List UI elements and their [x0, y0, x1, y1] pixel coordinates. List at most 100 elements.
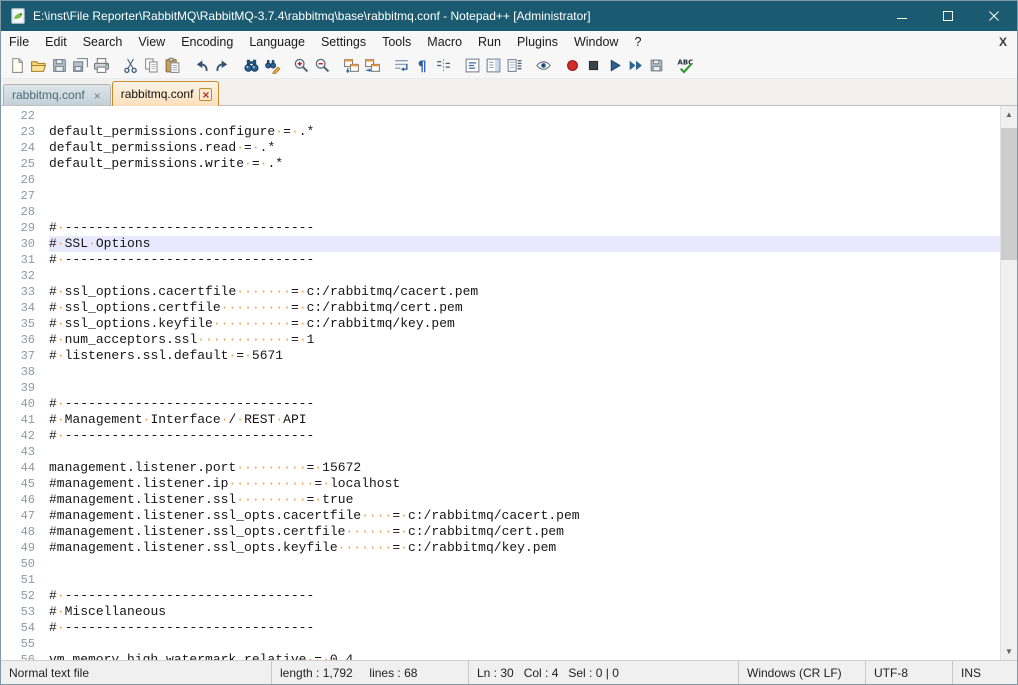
undo-icon[interactable] — [191, 55, 212, 76]
zoom-out-icon[interactable] — [312, 55, 333, 76]
line-text[interactable]: management.listener.port·········=·15672 — [49, 460, 1000, 476]
menu-run[interactable]: Run — [470, 31, 509, 53]
maximize-button[interactable] — [925, 1, 971, 31]
line-text[interactable] — [49, 268, 1000, 284]
line-text[interactable]: #·SSL·Options — [49, 236, 1000, 252]
menu-help[interactable]: ? — [626, 31, 649, 53]
zoom-in-icon[interactable] — [291, 55, 312, 76]
line-text[interactable]: default_permissions.read·=·.* — [49, 140, 1000, 156]
replace-icon[interactable] — [262, 55, 283, 76]
line-text[interactable]: default_permissions.write·=·.* — [49, 156, 1000, 172]
line-text[interactable]: #·ssl_options.cacertfile·······=·c:/rabb… — [49, 284, 1000, 300]
status-insert-mode: INS — [952, 661, 1017, 684]
line-text[interactable]: #·-------------------------------- — [49, 620, 1000, 636]
line-text[interactable]: #·-------------------------------- — [49, 220, 1000, 236]
scrollbar-track[interactable] — [1001, 123, 1017, 643]
line-text[interactable]: #management.listener.ip···········=·loca… — [49, 476, 1000, 492]
copy-icon[interactable] — [141, 55, 162, 76]
line-text[interactable] — [49, 556, 1000, 572]
spell-check-icon[interactable]: ABC — [675, 55, 696, 76]
text-editor-area[interactable]: 2223default_permissions.configure·=·.*24… — [1, 106, 1000, 660]
line-text[interactable]: default_permissions.configure·=·.* — [49, 124, 1000, 140]
line-text[interactable] — [49, 204, 1000, 220]
line-text[interactable]: #·-------------------------------- — [49, 396, 1000, 412]
scroll-down-arrow[interactable]: ▼ — [1001, 643, 1017, 660]
macro-play-icon[interactable] — [604, 55, 625, 76]
document-close-x-button[interactable]: X — [989, 31, 1017, 53]
macro-save-icon[interactable] — [646, 55, 667, 76]
menu-window[interactable]: Window — [566, 31, 626, 53]
line-number: 24 — [1, 140, 41, 156]
monitoring-eye-icon[interactable] — [533, 55, 554, 76]
function-list-icon[interactable] — [462, 55, 483, 76]
menu-encoding[interactable]: Encoding — [173, 31, 241, 53]
save-all-icon[interactable] — [70, 55, 91, 76]
document-list-icon[interactable] — [504, 55, 525, 76]
line-text[interactable]: #·listeners.ssl.default·=·5671 — [49, 348, 1000, 364]
line-text[interactable] — [49, 444, 1000, 460]
line-text[interactable] — [49, 108, 1000, 124]
menu-macro[interactable]: Macro — [419, 31, 470, 53]
menu-language[interactable]: Language — [241, 31, 313, 53]
menu-file[interactable]: File — [1, 31, 37, 53]
line-text[interactable]: #·Management·Interface·/·REST·API — [49, 412, 1000, 428]
toolbar-group — [341, 55, 383, 76]
line-text[interactable]: #management.listener.ssl_opts.keyfile···… — [49, 540, 1000, 556]
line-text[interactable] — [49, 636, 1000, 652]
line-text[interactable]: #·-------------------------------- — [49, 252, 1000, 268]
line-text[interactable]: #·ssl_options.certfile·········=·c:/rabb… — [49, 300, 1000, 316]
line-number: 47 — [1, 508, 41, 524]
line-text[interactable]: #·-------------------------------- — [49, 428, 1000, 444]
redo-icon[interactable] — [212, 55, 233, 76]
macro-run-multiple-icon[interactable] — [625, 55, 646, 76]
tab-1-rabbitmq-conf[interactable]: rabbitmq.conf× — [3, 84, 111, 105]
line-text[interactable]: #·num_acceptors.ssl············=·1 — [49, 332, 1000, 348]
new-file-icon[interactable] — [7, 55, 28, 76]
editor-line-32: 32 — [1, 268, 1000, 284]
line-text[interactable] — [49, 364, 1000, 380]
status-bar: Normal text file length : 1,792 lines : … — [1, 660, 1017, 684]
tab-close-icon[interactable]: × — [91, 89, 104, 102]
menu-settings[interactable]: Settings — [313, 31, 374, 53]
line-text[interactable]: #management.listener.ssl_opts.cacertfile… — [49, 508, 1000, 524]
close-button[interactable] — [971, 1, 1017, 31]
menu-search[interactable]: Search — [75, 31, 131, 53]
cut-icon[interactable] — [120, 55, 141, 76]
scrollbar-thumb[interactable] — [1001, 128, 1018, 260]
find-icon[interactable] — [241, 55, 262, 76]
show-all-characters-icon[interactable]: ¶ — [412, 55, 433, 76]
open-file-icon[interactable] — [28, 55, 49, 76]
tab-close-icon[interactable]: × — [199, 88, 212, 101]
paste-icon[interactable] — [162, 55, 183, 76]
line-text[interactable]: vm_memory_high_watermark.relative·=·0.4 — [49, 652, 1000, 660]
menu-plugins[interactable]: Plugins — [509, 31, 566, 53]
menu-edit[interactable]: Edit — [37, 31, 75, 53]
line-text[interactable] — [49, 380, 1000, 396]
line-text[interactable]: #management.listener.ssl·········=·true — [49, 492, 1000, 508]
editor-line-49: 49#management.listener.ssl_opts.keyfile·… — [1, 540, 1000, 556]
minimize-button[interactable] — [879, 1, 925, 31]
line-text[interactable]: #management.listener.ssl_opts.certfile··… — [49, 524, 1000, 540]
macro-record-icon[interactable] — [562, 55, 583, 76]
show-indent-guide-icon[interactable] — [433, 55, 454, 76]
vertical-scrollbar[interactable]: ▲ ▼ — [1000, 106, 1017, 660]
line-text[interactable] — [49, 188, 1000, 204]
macro-stop-icon[interactable] — [583, 55, 604, 76]
sync-vertical-scroll-icon[interactable] — [341, 55, 362, 76]
line-text[interactable]: #·ssl_options.keyfile··········=·c:/rabb… — [49, 316, 1000, 332]
document-map-icon[interactable] — [483, 55, 504, 76]
line-text[interactable] — [49, 172, 1000, 188]
scroll-up-arrow[interactable]: ▲ — [1001, 106, 1017, 123]
tab-2-rabbitmq-conf[interactable]: rabbitmq.conf× — [112, 81, 220, 106]
line-text[interactable]: #·Miscellaneous — [49, 604, 1000, 620]
sync-horizontal-scroll-icon[interactable] — [362, 55, 383, 76]
menu-view[interactable]: View — [130, 31, 173, 53]
line-text[interactable]: #·-------------------------------- — [49, 588, 1000, 604]
editor-line-24: 24 default_permissions.read·=·.* — [1, 140, 1000, 156]
print-icon[interactable] — [91, 55, 112, 76]
word-wrap-icon[interactable] — [391, 55, 412, 76]
editor-line-54: 54#·-------------------------------- — [1, 620, 1000, 636]
line-text[interactable] — [49, 572, 1000, 588]
save-icon[interactable] — [49, 55, 70, 76]
menu-tools[interactable]: Tools — [374, 31, 419, 53]
